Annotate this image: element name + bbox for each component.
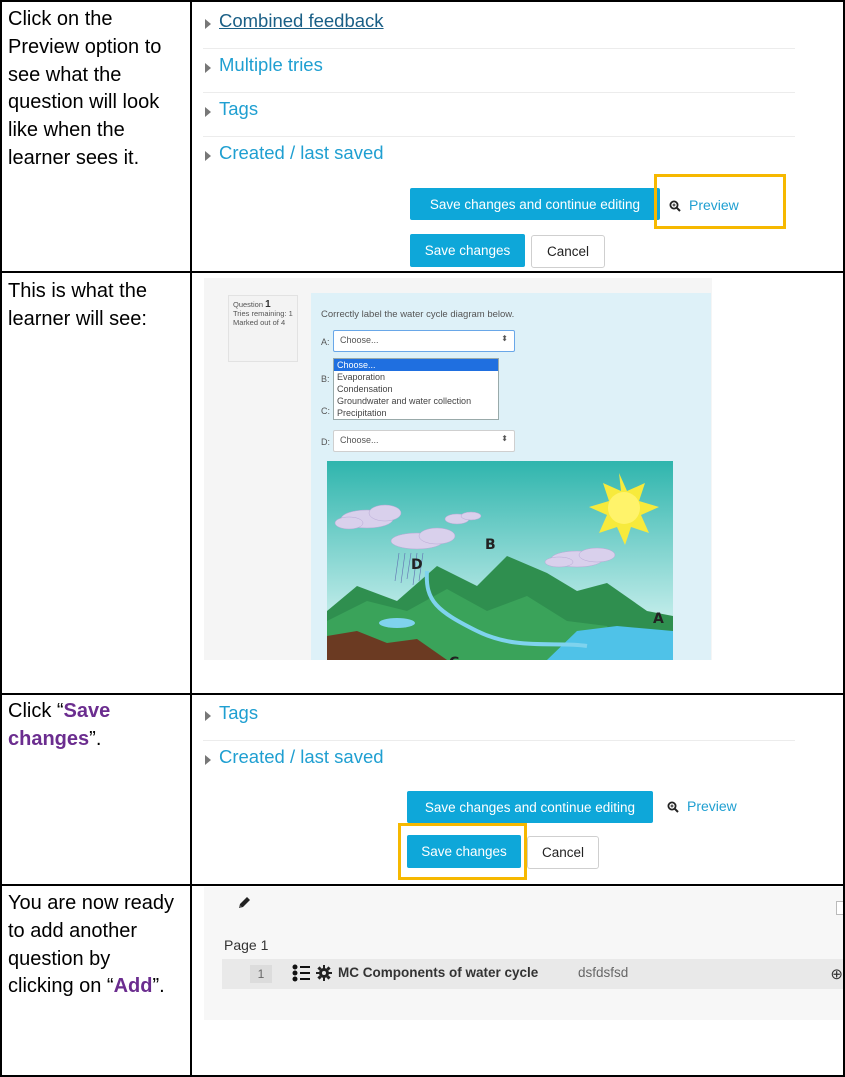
- multiple-choice-icon: [292, 964, 310, 987]
- field-letter-a: A:: [321, 337, 330, 347]
- question-slot-row[interactable]: 1 MC Components of water cycle dsfdsfsd …: [222, 959, 843, 989]
- expand-triangle-icon: [205, 755, 211, 765]
- dropdown-option[interactable]: Evaporation: [334, 371, 498, 383]
- save-changes-button[interactable]: Save changes: [410, 234, 525, 267]
- collapsible-tags[interactable]: Tags: [203, 92, 795, 137]
- screenshot-question-editor: Combined feedback Multiple tries Tags Cr…: [203, 4, 843, 268]
- screenshot-learner-view: Question 1 Tries remaining: 1 Marked out…: [204, 278, 712, 660]
- collapsible-multiple-tries[interactable]: Multiple tries: [203, 48, 795, 93]
- preview-magnifier-icon[interactable]: ⊕: [830, 965, 843, 983]
- select-d-value: Choose...: [340, 435, 379, 445]
- collapsible-label[interactable]: Tags: [219, 98, 258, 120]
- water-cycle-diagram: B D A C: [327, 461, 673, 660]
- collapsible-label[interactable]: Created / last saved: [219, 142, 384, 164]
- diagram-label-b: B: [485, 537, 496, 553]
- collapsible-label[interactable]: Multiple tries: [219, 54, 323, 76]
- save-changes-highlight-box: [398, 823, 527, 880]
- expand-triangle-icon: [205, 107, 211, 117]
- question-info-box: Question 1 Tries remaining: 1 Marked out…: [228, 295, 298, 362]
- field-letter-d: D:: [321, 437, 330, 447]
- dropdown-option[interactable]: Condensation: [334, 383, 498, 395]
- field-letter-c: C:: [321, 406, 330, 416]
- slot-number: 1: [250, 965, 272, 983]
- instruction-suffix: ”.: [152, 975, 165, 998]
- collapsible-tags[interactable]: Tags: [203, 696, 795, 741]
- dropdown-option[interactable]: Precipitation: [334, 407, 498, 419]
- dropdown-option[interactable]: Choose...: [334, 359, 498, 371]
- question-text: dsfdsfsd: [578, 965, 629, 980]
- page-label: Page 1: [224, 937, 269, 953]
- dropdown-options-list[interactable]: Choose... Evaporation Condensation Groun…: [333, 358, 499, 420]
- select-arrows-icon: ⬍: [501, 334, 508, 343]
- collapsible-label[interactable]: Tags: [219, 702, 258, 724]
- expand-triangle-icon: [205, 63, 211, 73]
- select-a[interactable]: Choose... ⬍: [333, 330, 515, 352]
- column-divider: [190, 0, 192, 1077]
- table-border-left: [0, 0, 2, 1077]
- magnifier-icon: [667, 800, 679, 813]
- instruction-prefix: Click “: [8, 700, 64, 722]
- screenshot-save-changes: Tags Created / last saved Save changes a…: [203, 696, 843, 882]
- collapsible-label[interactable]: Combined feedback: [219, 10, 384, 32]
- save-continue-button[interactable]: Save changes and continue editing: [407, 791, 653, 823]
- row-divider-1: [0, 271, 845, 273]
- instruction-text-4: You are now ready to add another questio…: [8, 890, 180, 1001]
- question-title[interactable]: MC Components of water cycle: [338, 965, 538, 980]
- collapsible-created-last-saved[interactable]: Created / last saved: [203, 740, 795, 784]
- preview-link[interactable]: Preview: [667, 798, 737, 814]
- select-arrows-icon: ⬍: [501, 434, 508, 443]
- expand-triangle-icon: [205, 19, 211, 29]
- dropdown-option[interactable]: Groundwater and water collection: [334, 395, 498, 407]
- preview-highlight-box: [654, 174, 786, 229]
- select-d[interactable]: Choose... ⬍: [333, 430, 515, 452]
- instruction-text-2: This is what the learner will see:: [8, 280, 147, 330]
- select-a-value: Choose...: [340, 335, 379, 345]
- question-label: Question: [233, 300, 264, 309]
- diagram-label-a: A: [653, 611, 664, 627]
- collapsible-label[interactable]: Created / last saved: [219, 746, 384, 768]
- row-divider-2: [0, 693, 845, 695]
- marked-out-of: Marked out of 4: [233, 318, 286, 327]
- edit-pencil-icon[interactable]: [236, 895, 252, 916]
- tries-remaining: Tries remaining: 1: [233, 309, 293, 318]
- diagram-label-d: D: [411, 557, 423, 573]
- save-continue-button[interactable]: Save changes and continue editing: [410, 188, 660, 220]
- question-prompt: Correctly label the water cycle diagram …: [321, 309, 515, 320]
- cancel-button[interactable]: Cancel: [531, 235, 605, 268]
- screenshot-quiz-page: Page 1 1 MC Components of water cycle ds…: [204, 887, 843, 1020]
- cancel-button[interactable]: Cancel: [527, 836, 599, 869]
- preview-label[interactable]: Preview: [687, 798, 737, 814]
- expand-triangle-icon: [205, 711, 211, 721]
- gear-icon[interactable]: [316, 965, 332, 986]
- instruction-text-3: Click “Save changes”.: [8, 698, 180, 754]
- field-letter-b: B:: [321, 374, 330, 384]
- instruction-text-1: Click on the Preview option to see what …: [8, 8, 162, 169]
- expand-triangle-icon: [205, 151, 211, 161]
- table-border-top: [0, 0, 845, 2]
- diagram-label-c: C: [449, 655, 459, 660]
- question-panel: Correctly label the water cycle diagram …: [311, 293, 711, 660]
- instruction-suffix: ”.: [89, 727, 102, 750]
- add-menu-edge[interactable]: [836, 901, 843, 915]
- instruction-emphasis: Add: [113, 975, 153, 998]
- collapsible-combined-feedback[interactable]: Combined feedback: [203, 4, 795, 49]
- row-divider-3: [0, 884, 845, 886]
- document-table: Click on the Preview option to see what …: [0, 0, 845, 1077]
